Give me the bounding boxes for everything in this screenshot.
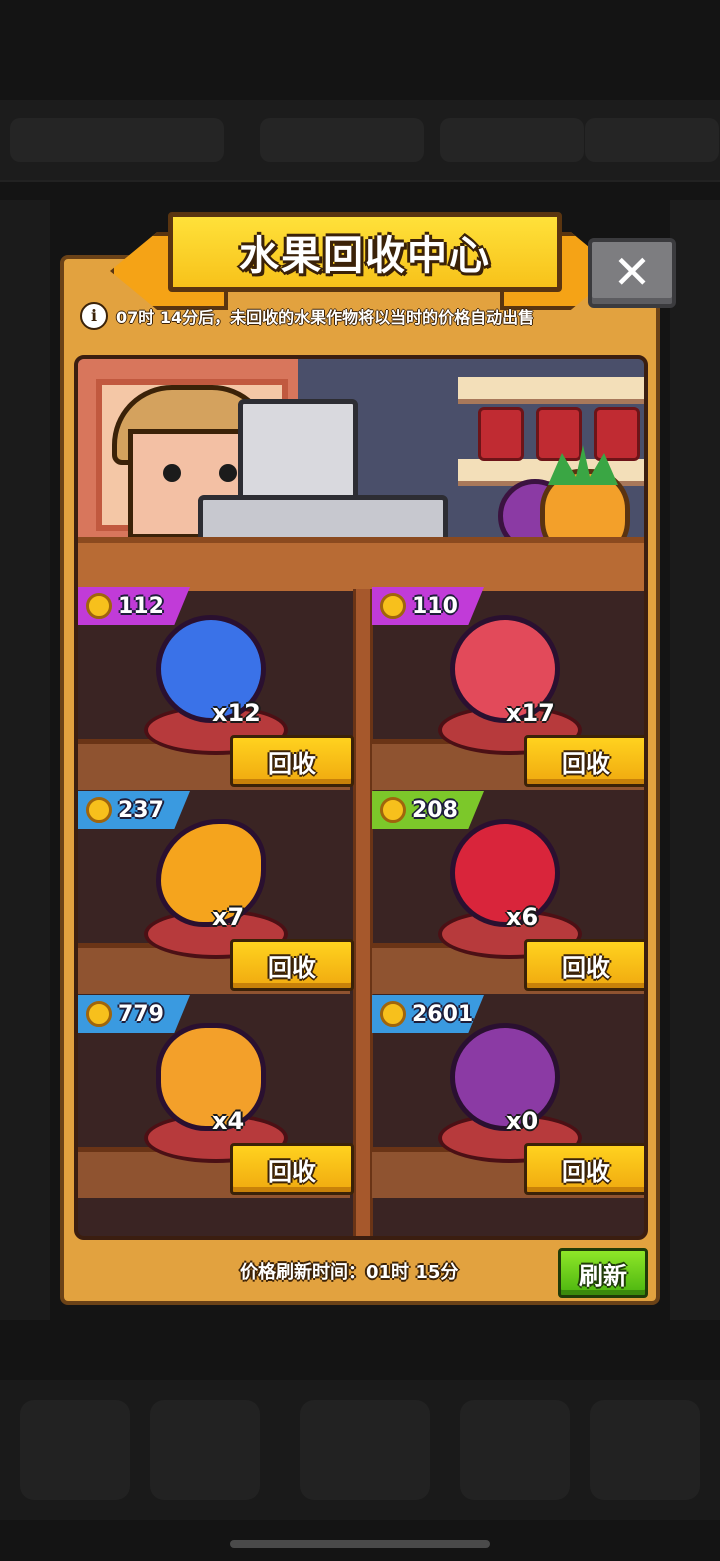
price-tag: 112 xyxy=(78,587,190,625)
background-right-panel xyxy=(670,200,720,1320)
cash-register-icon xyxy=(198,399,448,555)
price-tag: 110 xyxy=(372,587,484,625)
recycle-item-mango: 237 x7 回收 xyxy=(78,791,354,995)
recycle-button[interactable]: 回收 xyxy=(230,1143,354,1195)
home-indicator xyxy=(230,1540,490,1548)
close-icon: ✕ xyxy=(612,245,652,299)
background-player-chip xyxy=(10,118,224,162)
background-hud xyxy=(0,100,720,182)
price-tag: 208 xyxy=(372,791,484,829)
coin-icon xyxy=(380,593,406,619)
quantity-label: x17 xyxy=(506,699,555,727)
background-resource-chip xyxy=(440,118,584,162)
shelf-divider xyxy=(353,589,373,1236)
coin-icon xyxy=(86,797,112,823)
recycle-item-pineapple: 779 x4 回收 xyxy=(78,995,354,1199)
recycle-item-blueberry: 112 x12 回收 xyxy=(78,587,354,791)
background-left-panel xyxy=(0,200,50,1320)
coin-icon xyxy=(86,593,112,619)
quantity-label: x7 xyxy=(212,903,245,931)
mango-icon xyxy=(156,819,266,927)
quantity-label: x4 xyxy=(212,1107,245,1135)
pineapple-icon xyxy=(156,1023,266,1131)
dialog-footer: 价格刷新时间：01时 15分 刷新 xyxy=(60,1248,660,1298)
price-value: 110 xyxy=(412,593,458,619)
background-resource-chip xyxy=(260,118,424,162)
recycle-button[interactable]: 回收 xyxy=(524,735,644,787)
price-tag: 237 xyxy=(78,791,190,829)
recycle-button[interactable]: 回收 xyxy=(524,1143,644,1195)
auto-sell-notice: i 07时 14分后，未回收的水果作物将以当时的价格自动出售 xyxy=(80,298,640,334)
recycle-button[interactable]: 回收 xyxy=(230,939,354,991)
price-value: 779 xyxy=(118,1001,164,1027)
recycle-button[interactable]: 回收 xyxy=(230,735,354,787)
price-value: 2601 xyxy=(412,1001,474,1027)
price-tag: 2601 xyxy=(372,995,484,1033)
coin-icon xyxy=(380,1001,406,1027)
quantity-label: x6 xyxy=(506,903,539,931)
refresh-button[interactable]: 刷新 xyxy=(558,1248,648,1298)
background-bottom-nav xyxy=(0,1380,720,1520)
background-resource-chip xyxy=(585,118,719,162)
shop-panel: 112 x12 回收 110 x17 回收 237 x7 回收 208 x6 回… xyxy=(74,355,648,1240)
quantity-label: x12 xyxy=(212,699,261,727)
shop-scene-illustration xyxy=(78,359,644,591)
coin-icon xyxy=(86,1001,112,1027)
recycle-item-pomegranate: 208 x6 回收 xyxy=(372,791,644,995)
price-value: 112 xyxy=(118,593,164,619)
price-tag: 779 xyxy=(78,995,190,1033)
mangosteen-icon xyxy=(450,1023,560,1131)
dialog-title: 水果回收中心 xyxy=(168,212,562,292)
notice-text: 07时 14分后，未回收的水果作物将以当时的价格自动出售 xyxy=(116,308,535,327)
recycle-item-lychee: 110 x17 回收 xyxy=(372,587,644,791)
quantity-label: x0 xyxy=(506,1107,539,1135)
recycle-button[interactable]: 回收 xyxy=(524,939,644,991)
pomegranate-icon xyxy=(450,819,560,927)
recycle-item-mangosteen: 2601 x0 回收 xyxy=(372,995,644,1199)
price-value: 208 xyxy=(412,797,458,823)
coin-icon xyxy=(380,797,406,823)
price-refresh-time: 价格刷新时间：01时 15分 xyxy=(240,1262,459,1283)
price-value: 237 xyxy=(118,797,164,823)
info-icon: i xyxy=(80,302,108,330)
